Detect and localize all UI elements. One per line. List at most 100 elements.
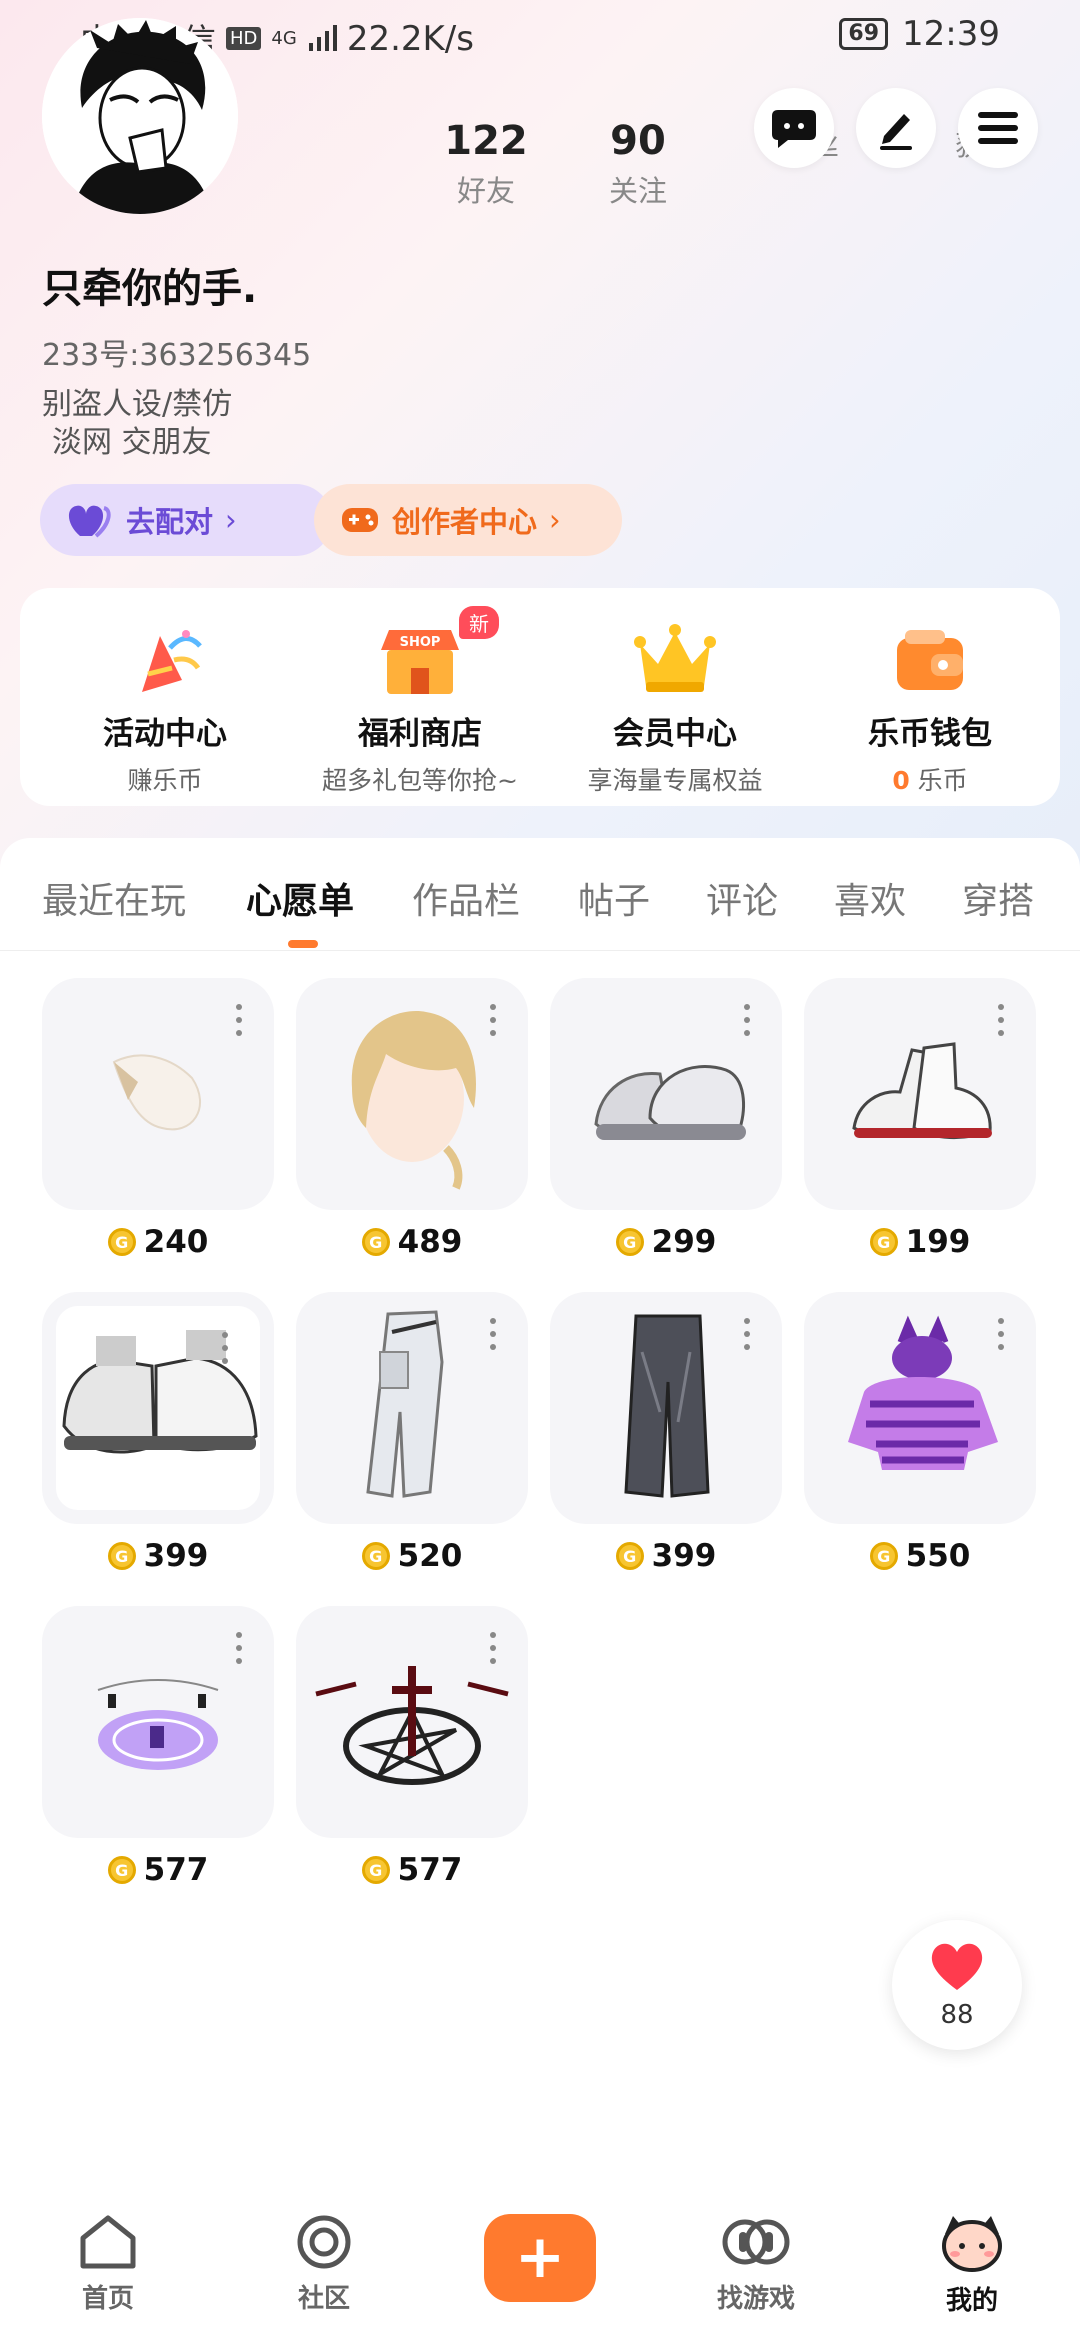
network-speed: 22.2K/s (346, 18, 474, 59)
member-center[interactable]: 会员中心 享海量专属权益 (550, 620, 800, 797)
item-thumbnail[interactable] (42, 978, 274, 1210)
coin-icon: G (361, 1542, 390, 1570)
item-price: G 299 (550, 1224, 782, 1260)
item-thumbnail[interactable] (804, 978, 1036, 1210)
nav-home[interactable]: 首页 (28, 2214, 188, 2315)
welfare-shop[interactable]: SHOP 新 福利商店 超多礼包等你抢~ (295, 606, 545, 797)
coin-icon: G (869, 1542, 898, 1570)
find-games-icon (722, 2219, 790, 2265)
coin-icon: G (107, 1856, 136, 1884)
chevron-right-icon: › (225, 503, 237, 537)
chat-icon (772, 110, 816, 148)
avatar[interactable] (42, 18, 238, 214)
party-icon (120, 620, 210, 700)
coin-wallet[interactable]: 乐币钱包 0 乐币 (805, 620, 1055, 797)
more-options-icon[interactable] (744, 1318, 750, 1352)
coin-icon: G (615, 1542, 644, 1570)
nav-community[interactable]: 社区 (244, 2214, 404, 2315)
activity-center-title: 活动中心 (103, 716, 227, 752)
tab-comments[interactable]: 评论 (706, 872, 778, 924)
new-badge: 新 (459, 606, 499, 639)
nav-find-games[interactable]: 找游戏 (676, 2214, 836, 2315)
more-options-icon[interactable] (490, 1004, 496, 1038)
more-options-icon[interactable] (222, 1332, 228, 1366)
heart-pair-icon (68, 505, 111, 538)
nav-home-label: 首页 (81, 2284, 134, 2314)
gamepad-icon (342, 508, 378, 532)
welfare-shop-subtitle: 超多礼包等你抢~ (322, 766, 518, 795)
tab-recently-played[interactable]: 最近在玩 (42, 872, 186, 924)
welfare-shop-title: 福利商店 (358, 716, 482, 752)
more-options-icon[interactable] (490, 1632, 496, 1666)
wishlist-item[interactable]: G 399 (42, 1292, 274, 1574)
activity-center[interactable]: 活动中心 赚乐币 (40, 620, 290, 797)
wishlist-item[interactable]: G 550 (804, 1292, 1036, 1574)
price-value: 577 (143, 1852, 209, 1888)
item-price: G 520 (296, 1538, 528, 1574)
coin-icon: G (869, 1228, 898, 1256)
item-thumbnail[interactable] (42, 1606, 274, 1838)
wishlist-item[interactable]: G 520 (296, 1292, 528, 1574)
clock-text: 12:39 (902, 14, 1000, 54)
tab-works[interactable]: 作品栏 (412, 872, 520, 924)
low-sneakers-image (62, 1330, 258, 1454)
nav-me[interactable]: 我的 (892, 2214, 1052, 2317)
price-value: 577 (397, 1852, 463, 1888)
nav-find-games-label: 找游戏 (716, 2284, 795, 2314)
wishlist-item[interactable]: G 240 (42, 978, 274, 1260)
bio-line-1: 别盗人设/禁仿 (42, 387, 233, 422)
stat-friends[interactable]: 122 好友 (416, 118, 556, 210)
username: 只牵你的手. (42, 266, 258, 312)
user-id[interactable]: 233号:363256345 (42, 330, 311, 374)
item-price: G 240 (42, 1224, 274, 1260)
item-thumbnail[interactable] (42, 1292, 274, 1524)
tab-wishlist[interactable]: 心愿单 (246, 872, 354, 924)
like-count: 88 (940, 2000, 974, 2030)
coin-wallet-subtitle: 0 乐币 (805, 761, 1055, 797)
menu-icon (978, 112, 1018, 144)
coin-icon: G (361, 1856, 390, 1884)
coin-icon: G (615, 1228, 644, 1256)
item-thumbnail[interactable] (296, 1606, 528, 1838)
like-float-button[interactable]: 88 (892, 1920, 1022, 2050)
item-thumbnail[interactable] (804, 1292, 1036, 1524)
wishlist-item[interactable]: G 299 (550, 978, 782, 1260)
signal-icon (308, 24, 337, 51)
item-price: G 199 (804, 1224, 1036, 1260)
more-options-icon[interactable] (236, 1632, 242, 1666)
create-button[interactable]: + (484, 2214, 596, 2302)
creator-center-button[interactable]: 创作者中心 › (314, 484, 622, 556)
status-bar-right: 69 12:39 (839, 14, 1000, 54)
member-center-subtitle: 享海量专属权益 (587, 766, 763, 795)
edit-icon (880, 114, 912, 150)
shop-sign: SHOP (400, 635, 441, 650)
tab-likes[interactable]: 喜欢 (834, 872, 906, 924)
active-tab-indicator (288, 940, 318, 948)
item-thumbnail[interactable] (296, 978, 528, 1210)
wishlist-item[interactable]: G 577 (42, 1606, 274, 1888)
stat-following[interactable]: 90 关注 (568, 118, 708, 210)
more-options-icon[interactable] (744, 1004, 750, 1038)
quick-actions-card: 活动中心 赚乐币 SHOP 新 福利商店 超多礼包等你抢~ 会员中心 享海量专属… (20, 588, 1060, 806)
price-value: 489 (397, 1224, 463, 1260)
wishlist-item[interactable]: G 399 (550, 1292, 782, 1574)
match-button[interactable]: 去配对 › (40, 484, 332, 556)
match-label: 去配对 (126, 505, 214, 539)
menu-button[interactable] (958, 88, 1038, 168)
wishlist-item[interactable]: G 199 (804, 978, 1036, 1260)
more-options-icon[interactable] (998, 1004, 1004, 1038)
wishlist-item[interactable]: G 577 (296, 1606, 528, 1888)
edit-button[interactable] (856, 88, 936, 168)
item-thumbnail[interactable] (550, 1292, 782, 1524)
tab-posts[interactable]: 帖子 (578, 872, 650, 924)
item-thumbnail[interactable] (296, 1292, 528, 1524)
tab-outfits[interactable]: 穿搭 (962, 872, 1034, 924)
more-options-icon[interactable] (236, 1004, 242, 1038)
price-value: 240 (143, 1224, 209, 1260)
coin-icon: G (107, 1228, 136, 1256)
more-options-icon[interactable] (998, 1318, 1004, 1352)
wishlist-item[interactable]: G 489 (296, 978, 528, 1260)
item-thumbnail[interactable] (550, 978, 782, 1210)
more-options-icon[interactable] (490, 1318, 496, 1352)
message-button[interactable] (754, 88, 834, 168)
